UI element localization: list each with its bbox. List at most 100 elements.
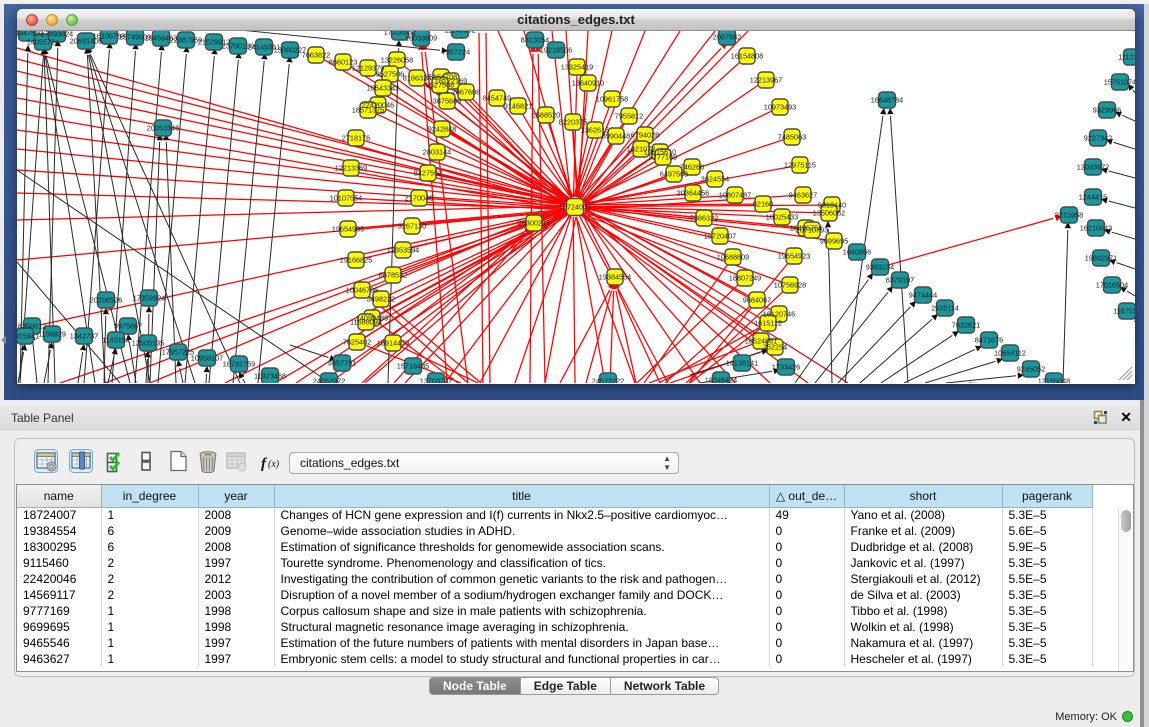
svg-text:12093872: 12093872 [1077,163,1109,172]
svg-text:9527508: 9527508 [426,81,454,90]
svg-text:3624554: 3624554 [701,175,729,184]
svg-text:1156829: 1156829 [38,330,66,339]
svg-text:8678532: 8678532 [379,271,407,280]
svg-text:10107554: 10107554 [330,194,362,203]
svg-text:9463627: 9463627 [789,191,817,200]
svg-text:11688094: 11688094 [350,318,382,327]
svg-text:3875685: 3875685 [433,97,461,106]
svg-text:6379197: 6379197 [886,276,914,285]
svg-text:13640910: 13640910 [572,79,604,88]
svg-text:19654923: 19654923 [778,252,810,261]
svg-text:1145194: 1145194 [102,336,130,345]
svg-text:1112345: 1112345 [1118,53,1135,62]
svg-text:9527506: 9527506 [376,70,404,79]
svg-text:12505135: 12505135 [132,339,164,348]
svg-text:(x): (x) [268,459,280,470]
svg-text:9389234: 9389234 [866,263,894,272]
svg-text:19654985: 19654985 [332,225,364,234]
svg-text:16120746: 16120746 [763,310,795,319]
svg-text:19218506: 19218506 [540,46,572,55]
svg-text:24523222: 24523222 [592,377,624,384]
svg-text:252254: 252254 [763,343,787,352]
svg-text:6794028: 6794028 [631,131,659,140]
svg-text:12213967: 12213967 [750,76,782,85]
svg-text:8427552: 8427552 [414,169,442,178]
svg-text:20053346: 20053346 [147,124,179,133]
svg-text:2935114: 2935114 [931,304,959,313]
svg-text:7632621: 7632621 [952,321,980,330]
svg-text:9474444: 9474444 [909,291,937,300]
svg-text:1167533: 1167533 [1113,307,1135,316]
svg-text:16914479: 16914479 [377,339,409,348]
svg-text:11148352: 11148352 [444,31,475,35]
svg-text:3215958: 3215958 [1055,211,1083,220]
svg-text:17893824: 17893824 [41,31,73,39]
svg-text:9857791: 9857791 [328,359,356,368]
svg-text:12975115: 12975115 [784,161,816,170]
svg-text:13226058: 13226058 [381,56,413,65]
svg-text:16648784: 16648784 [871,96,903,105]
svg-text:6497568: 6497568 [660,170,688,179]
svg-text:9777169: 9777169 [649,153,677,162]
svg-text:17016504: 17016504 [1096,281,1128,290]
svg-text:9975867: 9975867 [114,322,142,331]
svg-text:20710793: 20710793 [796,226,828,235]
svg-text:8813054: 8813054 [521,36,549,45]
svg-text:16033809: 16033809 [405,34,437,43]
svg-text:7357224: 7357224 [442,48,470,57]
svg-text:2867608: 2867608 [452,88,480,97]
svg-text:13506062: 13506062 [813,209,845,218]
svg-text:1342737: 1342737 [70,332,98,341]
svg-text:9146821: 9146821 [504,102,532,111]
svg-text:11923468: 11923468 [254,372,286,381]
svg-text:12165048: 12165048 [1038,377,1070,384]
svg-text:16154808: 16154808 [731,52,763,61]
svg-text:15716485: 15716485 [397,362,429,371]
svg-text:7625402: 7625402 [343,338,371,347]
svg-text:9329966: 9329966 [1093,106,1121,115]
svg-text:18571375: 18571375 [352,106,384,115]
svg-text:1588520: 1588520 [532,111,560,120]
svg-text:10025433: 10025433 [766,213,798,222]
svg-text:10543342: 10543342 [367,84,399,93]
svg-text:20364456: 20364456 [677,189,709,198]
svg-text:20206526: 20206526 [90,296,122,305]
svg-text:9242848: 9242848 [428,125,456,134]
svg-text:7386322: 7386322 [690,214,718,223]
svg-text:19384554: 19384554 [599,273,631,282]
svg-text:f: f [261,456,268,472]
svg-text:16782759: 16782759 [223,360,255,369]
svg-text:10756928: 10756928 [774,281,806,290]
svg-text:8471676: 8471676 [975,336,1003,345]
svg-text:19692971: 19692971 [1085,254,1117,263]
svg-text:17957225: 17957225 [162,348,194,357]
svg-text:10973493: 10973493 [764,103,796,112]
svg-text:13703737: 13703737 [420,377,452,384]
svg-text:25300215: 25300215 [518,219,550,228]
svg-text:3915941: 3915941 [17,332,39,341]
svg-text:15751074: 15751074 [1104,78,1135,87]
svg-text:2803144: 2803144 [423,148,451,157]
svg-text:14136141: 14136141 [726,359,758,368]
svg-text:2087682: 2087682 [713,33,741,42]
svg-text:18724007: 18724007 [559,203,591,212]
svg-text:1615112: 1615112 [754,319,782,328]
svg-text:8990448: 8990448 [602,132,630,141]
svg-text:1244415: 1244415 [1079,193,1107,202]
svg-text:1640956: 1640956 [843,248,871,257]
svg-text:2170046: 2170046 [405,194,433,203]
svg-text:19166825: 19166825 [340,256,372,265]
svg-text:9245052: 9245052 [1017,365,1045,374]
svg-text:7485063: 7485063 [778,133,806,142]
svg-text:18346424: 18346424 [705,376,737,384]
svg-text:2718176: 2718176 [342,134,370,143]
svg-text:3267130: 3267130 [398,222,426,231]
svg-text:12213369: 12213369 [335,164,367,173]
svg-text:24052972: 24052972 [313,377,345,384]
svg-text:7955812: 7955812 [615,112,643,121]
svg-text:12353594: 12353594 [387,246,419,255]
svg-text:9684067: 9684067 [743,296,771,305]
svg-text:10807487: 10807487 [719,191,751,200]
svg-text:13325419: 13325419 [561,63,593,72]
svg-text:9227342: 9227342 [1084,134,1112,143]
